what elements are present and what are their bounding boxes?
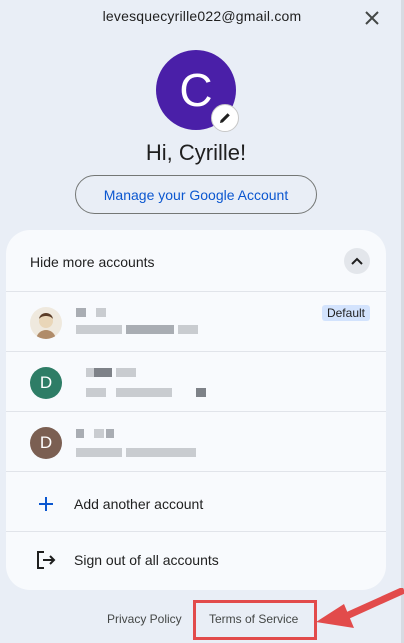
account-row[interactable]: Default — [6, 292, 386, 352]
account-avatar: D — [30, 427, 62, 459]
sign-out-all-label: Sign out of all accounts — [74, 552, 219, 568]
highlight-box — [193, 600, 317, 640]
account-row[interactable]: D — [6, 412, 386, 472]
redacted-name — [106, 429, 114, 438]
redacted-email — [86, 388, 106, 397]
manage-account-button[interactable]: Manage your Google Account — [75, 175, 317, 214]
redacted-name — [94, 368, 112, 377]
pencil-icon — [220, 113, 230, 123]
redacted-email — [196, 388, 206, 397]
sign-out-all-row[interactable]: Sign out of all accounts — [6, 532, 386, 588]
redacted-email — [126, 325, 174, 334]
redacted-name — [76, 308, 86, 317]
redacted-email — [126, 448, 196, 457]
account-email: levesquecyrille022@gmail.com — [102, 8, 302, 24]
redacted-name — [76, 429, 84, 438]
logout-icon — [34, 548, 58, 572]
add-account-row[interactable]: Add another account — [6, 476, 386, 532]
close-icon — [365, 11, 379, 25]
close-button[interactable] — [360, 6, 384, 30]
redacted-name — [96, 308, 106, 317]
account-avatar: D — [30, 367, 62, 399]
redacted-email — [76, 325, 122, 334]
account-avatar — [30, 307, 62, 339]
hide-accounts-toggle[interactable]: Hide more accounts — [6, 230, 386, 292]
redacted-email — [116, 388, 172, 397]
annotation-arrow-icon — [316, 588, 404, 628]
edit-photo-button[interactable] — [211, 104, 239, 132]
redacted-name — [86, 368, 94, 377]
account-menu-panel: levesquecyrille022@gmail.com C Hi, Cyril… — [0, 0, 404, 643]
redacted-email — [76, 448, 122, 457]
redacted-email — [178, 325, 198, 334]
redacted-name — [94, 429, 104, 438]
default-badge: Default — [321, 305, 370, 321]
avatar-image-icon — [36, 313, 56, 339]
add-account-label: Add another account — [74, 496, 204, 512]
greeting: Hi, Cyrille! — [145, 140, 247, 165]
plus-icon — [34, 492, 58, 516]
accounts-card: Hide more accounts Default D D Add anoth… — [6, 230, 386, 590]
privacy-policy-link[interactable]: Privacy Policy — [107, 612, 182, 626]
account-row[interactable]: D — [6, 352, 386, 412]
chevron-up-icon — [344, 248, 370, 274]
hide-accounts-label: Hide more accounts — [30, 254, 155, 270]
redacted-name — [116, 368, 136, 377]
